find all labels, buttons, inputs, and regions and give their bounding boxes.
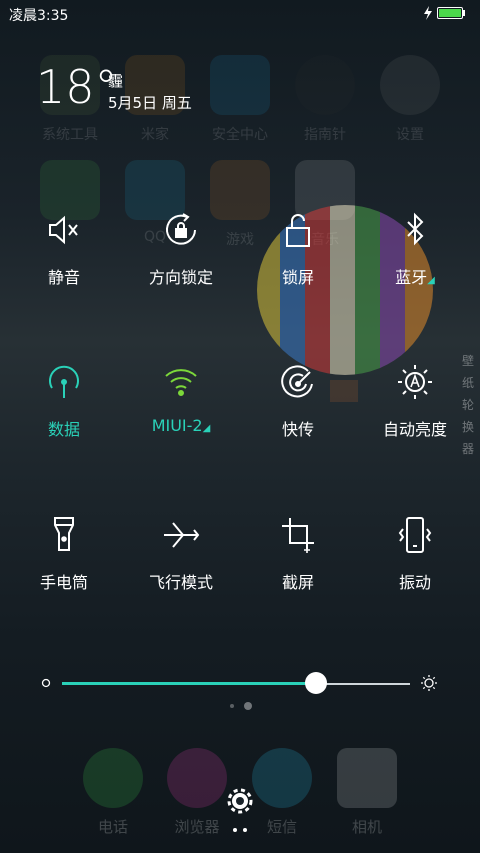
rotation-lock-icon bbox=[166, 213, 196, 245]
brightness-slider-fill bbox=[62, 682, 317, 685]
bg-app-label: 指南针 bbox=[304, 127, 346, 143]
toggle-label: 自动亮度 bbox=[382, 420, 447, 439]
weather-condition: 霾 bbox=[108, 72, 124, 90]
toggle-label: 静音 bbox=[47, 268, 80, 287]
wifi-icon bbox=[165, 369, 197, 396]
toggle-label: 飞行模式 bbox=[148, 573, 213, 592]
settings-gear-icon[interactable] bbox=[224, 785, 256, 817]
dock-label: 相机 bbox=[351, 818, 382, 836]
bg-app-icon-compass bbox=[295, 55, 355, 115]
battery-tip bbox=[463, 10, 465, 16]
bottom-page-dot bbox=[243, 828, 247, 832]
brightness-high-icon bbox=[421, 675, 437, 691]
mobile-data-icon bbox=[49, 365, 79, 398]
toggle-label-text: MIUI-2 bbox=[151, 416, 203, 435]
toggle-label: MIUI-2◢ bbox=[126, 416, 236, 435]
mute-icon bbox=[49, 215, 78, 245]
battery-icon bbox=[437, 7, 463, 19]
status-time: 凌晨3:35 bbox=[9, 8, 69, 24]
brightness-low-icon bbox=[41, 678, 51, 688]
bg-app-label: 安全中心 bbox=[212, 127, 268, 143]
toggle-wifi[interactable]: MIUI-2◢ bbox=[126, 362, 236, 452]
lock-icon bbox=[286, 214, 310, 247]
toggle-lock-screen[interactable]: 锁屏 bbox=[243, 210, 353, 300]
toggle-label: 快传 bbox=[281, 420, 314, 439]
toggle-flashlight[interactable]: 手电筒 bbox=[9, 515, 119, 605]
toggle-label-text: 蓝牙 bbox=[395, 268, 428, 287]
dock-icon-phone bbox=[83, 748, 143, 808]
toggle-label: 蓝牙◢ bbox=[360, 264, 470, 288]
expand-triangle-icon: ◢ bbox=[202, 423, 211, 434]
bottom-page-dot bbox=[233, 828, 237, 832]
auto-brightness-icon bbox=[398, 365, 432, 399]
bg-app-icon-security bbox=[210, 55, 270, 115]
toggle-rotation-lock[interactable]: 方向锁定 bbox=[126, 210, 236, 300]
weather-date: 5月5日 周五 bbox=[108, 94, 192, 112]
page-indicator-dot-active bbox=[244, 702, 252, 710]
toggle-screenshot[interactable]: 截屏 bbox=[243, 515, 353, 605]
vibrate-icon bbox=[398, 517, 432, 553]
quick-share-icon bbox=[281, 365, 313, 398]
weather-temperature: 18° bbox=[36, 60, 118, 114]
toggle-label: 锁屏 bbox=[281, 268, 314, 287]
bluetooth-icon bbox=[407, 212, 424, 246]
airplane-icon bbox=[164, 522, 200, 548]
bg-app-label: 米家 bbox=[141, 127, 169, 143]
flashlight-icon bbox=[54, 517, 74, 551]
toggle-airplane-mode[interactable]: 飞行模式 bbox=[126, 515, 236, 605]
screenshot-icon bbox=[282, 518, 314, 553]
bg-app-label: 设置 bbox=[396, 127, 424, 143]
toggle-auto-brightness[interactable]: 自动亮度 bbox=[360, 362, 470, 452]
toggle-bluetooth[interactable]: 蓝牙◢ bbox=[360, 210, 470, 300]
dock-icon-browser bbox=[167, 748, 227, 808]
toggle-label: 截屏 bbox=[281, 573, 314, 592]
dock-label: 短信 bbox=[266, 818, 297, 836]
page-indicator-dot bbox=[230, 704, 234, 708]
toggle-label: 手电筒 bbox=[39, 573, 88, 592]
dock-label: 电话 bbox=[97, 818, 128, 836]
expand-triangle-icon: ◢ bbox=[427, 275, 435, 286]
bg-app-icon-settings bbox=[380, 55, 440, 115]
toggle-quick-share[interactable]: 快传 bbox=[243, 362, 353, 452]
toggle-label: 数据 bbox=[47, 420, 80, 439]
charging-icon bbox=[424, 6, 432, 20]
toggle-label: 振动 bbox=[398, 573, 431, 592]
toggle-mobile-data[interactable]: 数据 bbox=[9, 362, 119, 452]
toggle-label: 方向锁定 bbox=[148, 268, 213, 287]
bg-app-label: 系统工具 bbox=[42, 127, 98, 143]
dock-icon-messages bbox=[252, 748, 312, 808]
toggle-mute[interactable]: 静音 bbox=[9, 210, 119, 300]
brightness-slider-thumb[interactable] bbox=[305, 672, 328, 694]
dock-label: 浏览器 bbox=[174, 818, 220, 836]
toggle-vibrate[interactable]: 振动 bbox=[360, 515, 470, 605]
dock-icon-camera bbox=[337, 748, 397, 808]
